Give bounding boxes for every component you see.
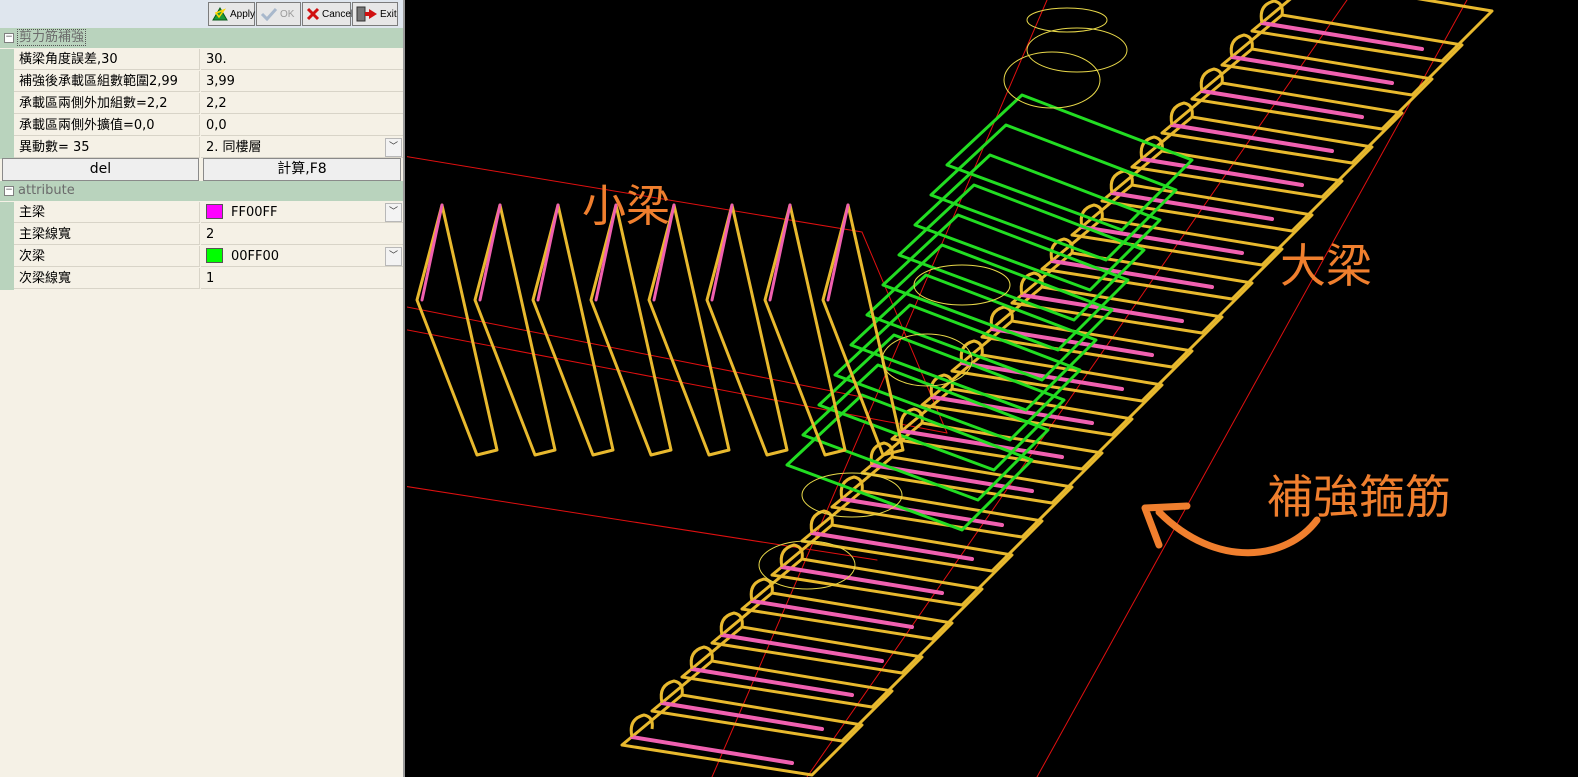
small-beam-stirrup bbox=[821, 203, 905, 457]
small-beam-stirrup bbox=[531, 203, 615, 457]
apply-icon bbox=[212, 7, 228, 21]
property-value[interactable]: 0,0 bbox=[201, 115, 403, 136]
mark-ellipse bbox=[1003, 51, 1101, 109]
property-value[interactable]: 3,99 bbox=[201, 71, 403, 92]
property-name: 橫梁角度誤差,30 bbox=[14, 49, 200, 70]
cancel-button[interactable]: Cancel bbox=[302, 2, 354, 26]
chevron-down-icon[interactable]: ﹀ bbox=[385, 138, 402, 157]
stirrup-hook bbox=[420, 203, 444, 302]
guide-line bbox=[407, 486, 878, 561]
property-row[interactable]: 承載區兩側外加組數=2,2 2,2 bbox=[0, 93, 403, 115]
arrow-head-icon bbox=[1141, 502, 1191, 549]
property-name: 承載區兩側外擴值=0,0 bbox=[14, 115, 200, 136]
property-value[interactable]: 1 bbox=[201, 268, 403, 289]
color-value: 00FF00 bbox=[231, 249, 280, 264]
ok-button[interactable]: OK bbox=[256, 2, 301, 26]
small-beam-label: 小梁 bbox=[582, 181, 670, 232]
rebar-drawing[interactable] bbox=[407, 0, 1578, 777]
small-beam-stirrup bbox=[473, 203, 557, 457]
close-icon bbox=[306, 7, 320, 21]
small-beam-stirrup bbox=[647, 203, 731, 457]
main-beam-color-select[interactable]: FF00FF ﹀ bbox=[201, 202, 403, 223]
property-panel: Apply OK Cancel Exit − 剪力筋補強 橫梁角度誤差,30 3… bbox=[0, 0, 405, 777]
property-value[interactable]: 30. bbox=[201, 49, 403, 70]
exit-label: Exit bbox=[380, 8, 397, 20]
stirrup-hook bbox=[478, 203, 502, 302]
color-swatch bbox=[206, 248, 223, 263]
property-name: 主梁線寬 bbox=[14, 224, 200, 245]
apply-label: Apply bbox=[230, 8, 256, 20]
property-row[interactable]: 橫梁角度誤差,30 30. bbox=[0, 49, 403, 71]
property-row[interactable]: 次梁線寬 1 bbox=[0, 268, 403, 290]
floor-select[interactable]: 2. 同樓層 ﹀ bbox=[201, 137, 403, 158]
reinforce-stirrup-label: 補強箍筋 bbox=[1267, 470, 1451, 524]
cancel-label: Cancel bbox=[322, 8, 354, 20]
cad-viewport[interactable]: 小梁 大梁 補強箍筋 bbox=[407, 0, 1578, 777]
property-name: 次梁 bbox=[14, 246, 200, 267]
apply-button[interactable]: Apply bbox=[208, 2, 255, 26]
category-shear-reinforce[interactable]: − 剪力筋補強 bbox=[0, 28, 403, 48]
check-icon bbox=[260, 7, 278, 21]
stirrup-hook bbox=[768, 203, 792, 302]
small-beam-stirrup bbox=[763, 203, 847, 457]
exit-button[interactable]: Exit bbox=[352, 2, 398, 26]
property-value[interactable]: 2 bbox=[201, 224, 403, 245]
stirrup-hook bbox=[710, 203, 734, 302]
small-beam-stirrup bbox=[415, 203, 499, 457]
small-beam-stirrup bbox=[589, 203, 673, 457]
category-title: 剪力筋補強 bbox=[17, 29, 87, 46]
collapse-icon[interactable]: − bbox=[4, 33, 14, 43]
stirrup-hook bbox=[826, 203, 850, 302]
stirrup-hook bbox=[536, 203, 560, 302]
ok-label: OK bbox=[280, 8, 295, 20]
chevron-down-icon[interactable]: ﹀ bbox=[385, 247, 402, 266]
property-name: 主梁 bbox=[14, 202, 200, 223]
color-value: FF00FF bbox=[231, 205, 278, 220]
property-row[interactable]: 補強後承載區組數範圍2,99 3,99 bbox=[0, 71, 403, 93]
secondary-beam-color-select[interactable]: 00FF00 ﹀ bbox=[201, 246, 403, 267]
collapse-icon[interactable]: − bbox=[4, 186, 14, 196]
guide-line bbox=[407, 329, 948, 434]
property-row[interactable]: 主梁線寬 2 bbox=[0, 224, 403, 246]
property-name: 次梁線寬 bbox=[14, 268, 200, 289]
color-swatch bbox=[206, 204, 223, 219]
chevron-down-icon[interactable]: ﹀ bbox=[385, 203, 402, 222]
select-value: 2. 同樓層 bbox=[206, 140, 262, 155]
main-beam-label: 大梁 bbox=[1280, 239, 1372, 293]
toolbar: Apply OK Cancel Exit bbox=[0, 0, 403, 29]
property-row[interactable]: 異動數= 35 2. 同樓層 ﹀ bbox=[0, 137, 403, 159]
property-name: 承載區兩側外加組數=2,2 bbox=[14, 93, 200, 114]
category-title: attribute bbox=[18, 183, 75, 198]
guide-line bbox=[1036, 0, 1468, 777]
mark-ellipse bbox=[913, 264, 1011, 306]
category-attribute[interactable]: − attribute bbox=[0, 181, 403, 201]
property-value[interactable]: 2,2 bbox=[201, 93, 403, 114]
property-row[interactable]: 承載區兩側外擴值=0,0 0,0 bbox=[0, 115, 403, 137]
property-name: 補強後承載區組數範圍2,99 bbox=[14, 71, 200, 92]
mark-ellipse bbox=[1026, 27, 1128, 73]
calculate-button[interactable]: 計算,F8 bbox=[203, 158, 401, 181]
small-beam-stirrup bbox=[705, 203, 789, 457]
exit-icon bbox=[356, 6, 377, 22]
property-row[interactable]: 次梁 00FF00 ﹀ bbox=[0, 246, 403, 268]
property-name: 異動數= 35 bbox=[14, 137, 200, 158]
property-row[interactable]: 主梁 FF00FF ﹀ bbox=[0, 202, 403, 224]
del-button[interactable]: del bbox=[2, 158, 199, 181]
